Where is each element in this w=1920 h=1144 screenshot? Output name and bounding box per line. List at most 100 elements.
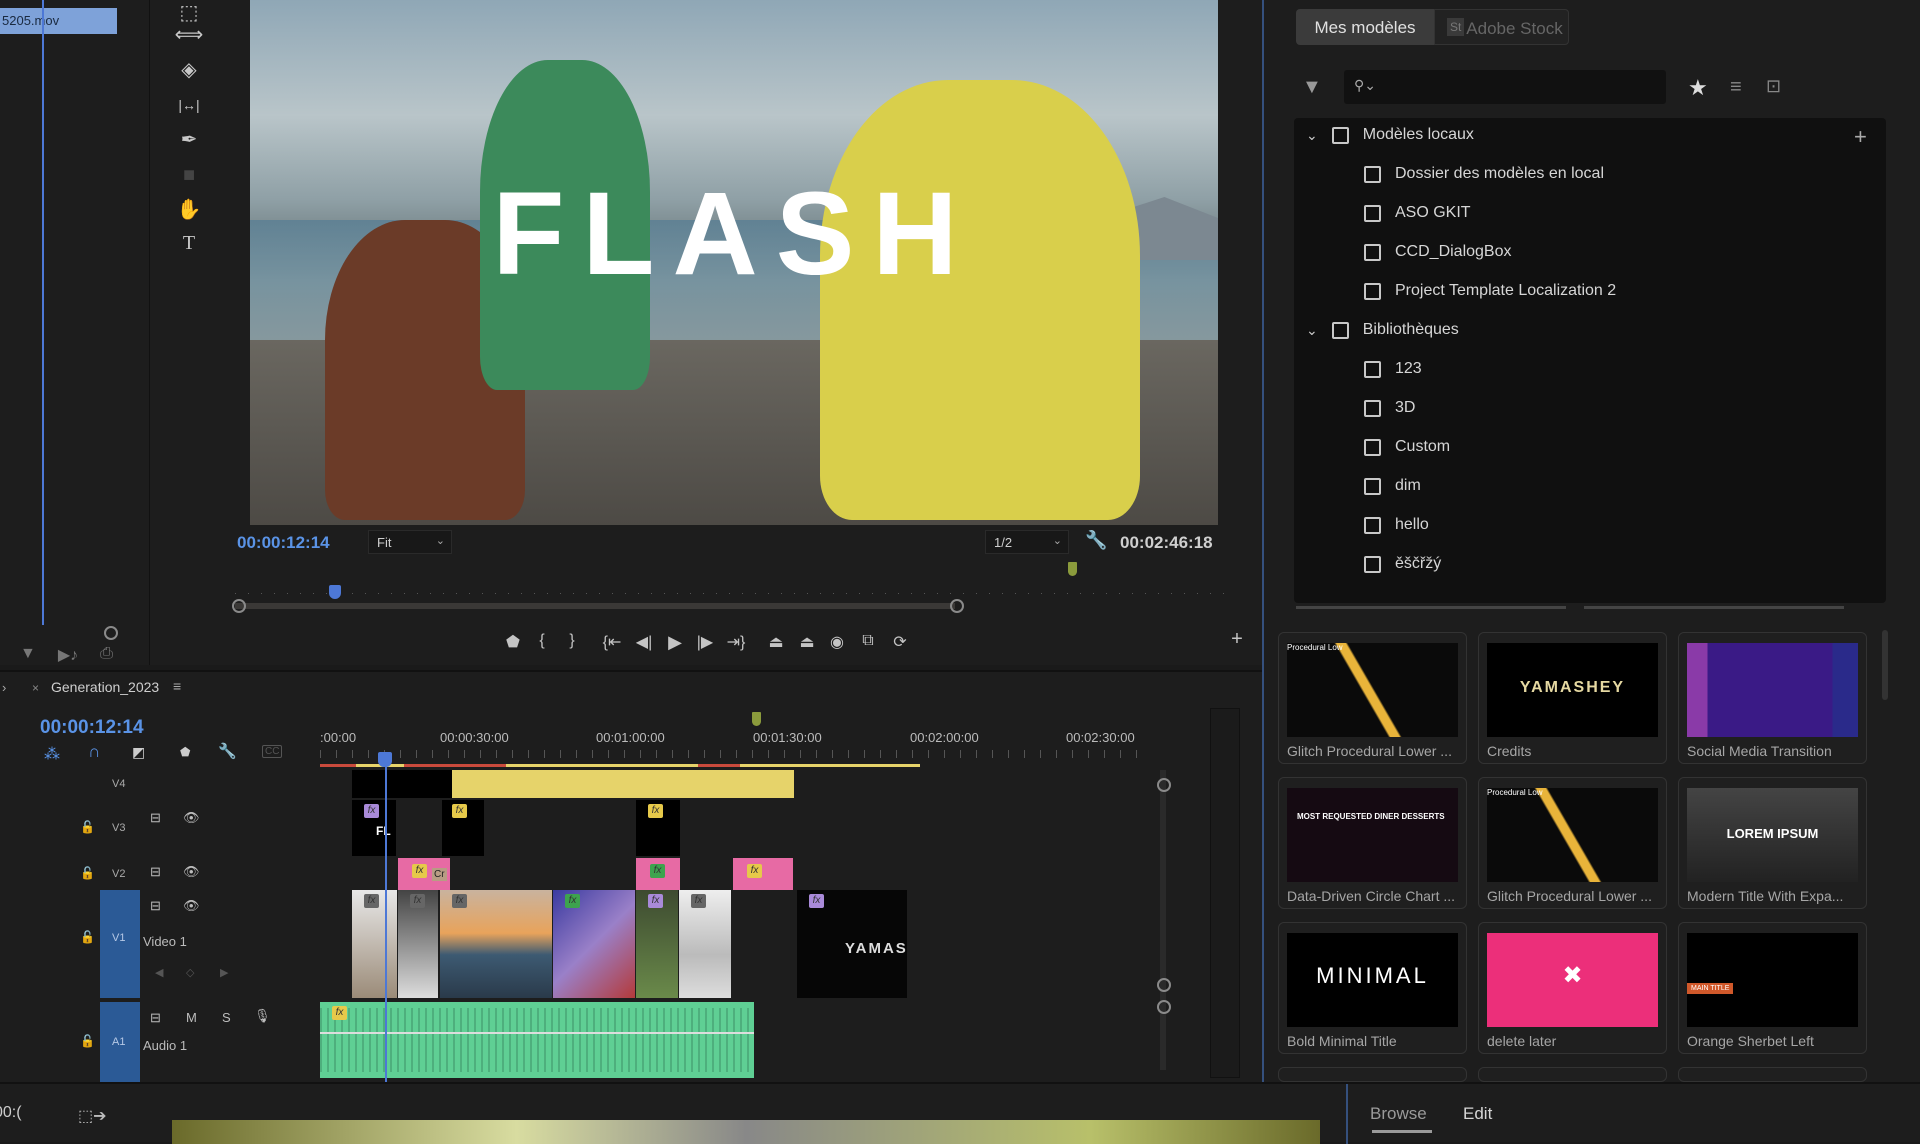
step-forward-icon[interactable]: |▶	[693, 632, 717, 652]
export-frame-icon[interactable]: ◉	[825, 632, 849, 652]
captions-icon[interactable]: CC	[262, 745, 283, 758]
wrench-icon[interactable]: 🔧	[1085, 530, 1107, 551]
template-card[interactable]: Social Media Transition	[1678, 632, 1867, 764]
microphone-icon[interactable]: 🎙	[254, 1008, 271, 1024]
splitter-left[interactable]	[1296, 606, 1566, 609]
search-field[interactable]	[1384, 74, 1654, 98]
template-card[interactable]	[1678, 1067, 1867, 1082]
v1-clip[interactable]: fx	[440, 890, 552, 998]
marker-green[interactable]	[1068, 562, 1077, 576]
chevron-down-icon[interactable]: ⌄	[1306, 322, 1318, 339]
sync-lock-icon[interactable]: ⊟	[150, 810, 161, 826]
tab-edit[interactable]: Edit	[1463, 1104, 1492, 1124]
proxy-toggle-icon[interactable]: ⟳	[888, 632, 912, 652]
checkbox[interactable]	[1364, 360, 1381, 378]
insert-audio-icon[interactable]: ▶♪	[58, 645, 78, 665]
star-icon[interactable]: ★	[1688, 75, 1708, 101]
tree-item[interactable]: ASO GKIT	[1364, 204, 1471, 222]
scroll-handle[interactable]	[1157, 978, 1171, 992]
v1-credits-clip[interactable]: fx YAMAS	[797, 890, 907, 998]
tree-item[interactable]: hello	[1364, 516, 1429, 534]
vertical-scrollbar[interactable]	[1160, 770, 1166, 1070]
type-icon[interactable]: T	[174, 230, 204, 256]
export-selection-icon[interactable]: ⬚➔	[78, 1106, 107, 1126]
lock-icon[interactable]: 🔓	[80, 866, 95, 880]
panel-expand-icon[interactable]: ›	[2, 680, 6, 695]
tree-item[interactable]: Dossier des modèles en local	[1364, 165, 1604, 183]
monitor-scrubber[interactable]	[232, 562, 1235, 615]
search-input[interactable]: ⚲⌄	[1344, 70, 1666, 104]
add-marker-icon[interactable]: ⬟	[180, 745, 190, 759]
add-folder-icon[interactable]: +	[1854, 124, 1867, 150]
template-scrollbar[interactable]	[1882, 630, 1888, 700]
tree-item[interactable]: Custom	[1364, 438, 1450, 456]
template-card[interactable]: YAMASHEY Credits	[1478, 632, 1667, 764]
checkbox[interactable]	[1364, 555, 1381, 573]
tab-my-templates[interactable]: Mes modèles	[1296, 9, 1434, 45]
checkbox[interactable]	[1331, 126, 1349, 144]
ripple-edit-icon[interactable]: ⟺	[174, 22, 204, 48]
scroll-handle[interactable]	[1157, 778, 1171, 792]
lift-icon[interactable]: ⏏	[764, 632, 788, 652]
sync-lock-icon[interactable]: ⊟	[150, 1010, 161, 1026]
filter-icon[interactable]: ▼	[1302, 76, 1322, 99]
v3-clip[interactable]: fx	[442, 800, 484, 856]
template-card[interactable]: ✖ delete later	[1478, 922, 1667, 1054]
v1-clip[interactable]: fx	[352, 890, 397, 998]
timeline-playhead-head[interactable]	[378, 752, 392, 767]
slip-icon[interactable]: |↔|	[174, 92, 204, 118]
tree-item[interactable]: 123	[1364, 360, 1422, 378]
template-card[interactable]: MINIMAL Bold Minimal Title	[1278, 922, 1467, 1054]
checkbox[interactable]	[1331, 321, 1349, 339]
checkbox[interactable]	[1364, 204, 1381, 222]
nest-toggle-icon[interactable]: ⁂	[44, 744, 60, 764]
checkbox[interactable]	[1364, 399, 1381, 417]
v2-clip[interactable]: fx Cr	[398, 858, 450, 890]
step-back-icon[interactable]: ◀|	[632, 632, 656, 652]
settings-wrench-icon[interactable]: 🔧	[218, 742, 237, 760]
template-card[interactable]: MAIN TITLE Orange Sherbet Left	[1678, 922, 1867, 1054]
mute-button[interactable]: M	[186, 1010, 197, 1025]
tree-folder[interactable]: ⌄ Modèles locaux	[1306, 126, 1474, 144]
tree-item[interactable]: Project Template Localization 2	[1364, 282, 1616, 300]
eye-icon[interactable]: 👁	[183, 864, 200, 880]
playhead-marker[interactable]	[329, 585, 341, 599]
add-marker-icon[interactable]: ⬟	[501, 632, 525, 652]
sync-lock-icon[interactable]: ⊟	[150, 864, 161, 880]
timeline-playhead[interactable]	[385, 767, 387, 1082]
add-keyframe-icon[interactable]: ◇	[186, 966, 194, 979]
razor-icon[interactable]: ◈	[174, 57, 204, 83]
filter-icon[interactable]: ▼	[20, 645, 36, 665]
tree-item[interactable]: ěščřžý	[1364, 555, 1441, 573]
tree-folder[interactable]: ⌄ Bibliothèques	[1306, 321, 1459, 339]
sync-lock-icon[interactable]: ⊟	[150, 898, 161, 914]
splitter-right[interactable]	[1584, 606, 1844, 609]
sort-icon[interactable]: ≡	[1730, 76, 1742, 99]
v4-clip-black[interactable]	[352, 770, 452, 798]
comparison-view-icon[interactable]: ⧉	[856, 632, 880, 650]
lock-icon[interactable]: 🔓	[80, 930, 95, 944]
template-card[interactable]: MOST REQUESTED DINER DESSERTS Data-Driven…	[1278, 777, 1467, 909]
template-card[interactable]: Procedural Low Glitch Procedural Lower ..…	[1478, 777, 1667, 909]
v1-source-target[interactable]	[100, 890, 140, 998]
zoom-start-handle[interactable]	[232, 599, 246, 613]
extract-icon[interactable]: ⏏	[795, 632, 819, 652]
sequence-timecode[interactable]: 00:00:12:14	[40, 717, 144, 739]
mark-out-icon[interactable]: }	[560, 632, 584, 650]
tree-item[interactable]: CCD_DialogBox	[1364, 243, 1512, 261]
rectangle-icon[interactable]: ■	[174, 162, 204, 188]
checkbox[interactable]	[1364, 438, 1381, 456]
linked-selection-icon[interactable]: ◩	[132, 744, 145, 761]
sequence-tab[interactable]: Generation_2023	[51, 679, 159, 695]
sequence-marker[interactable]	[752, 712, 761, 726]
template-card[interactable]	[1478, 1067, 1667, 1082]
v2-clip[interactable]: fx	[636, 858, 680, 890]
time-ruler[interactable]: :00:00 00:00:30:00 00:01:00:00 00:01:30:…	[320, 730, 1160, 770]
pen-icon[interactable]: ✒	[174, 127, 204, 153]
current-timecode[interactable]: 00:00:12:14	[237, 533, 330, 553]
go-to-in-icon[interactable]: {⇤	[600, 632, 624, 652]
checkbox[interactable]	[1364, 282, 1381, 300]
checkbox[interactable]	[1364, 165, 1381, 183]
v3-title-clip[interactable]: fx FL	[352, 800, 396, 856]
scroll-handle[interactable]	[1157, 1000, 1171, 1014]
